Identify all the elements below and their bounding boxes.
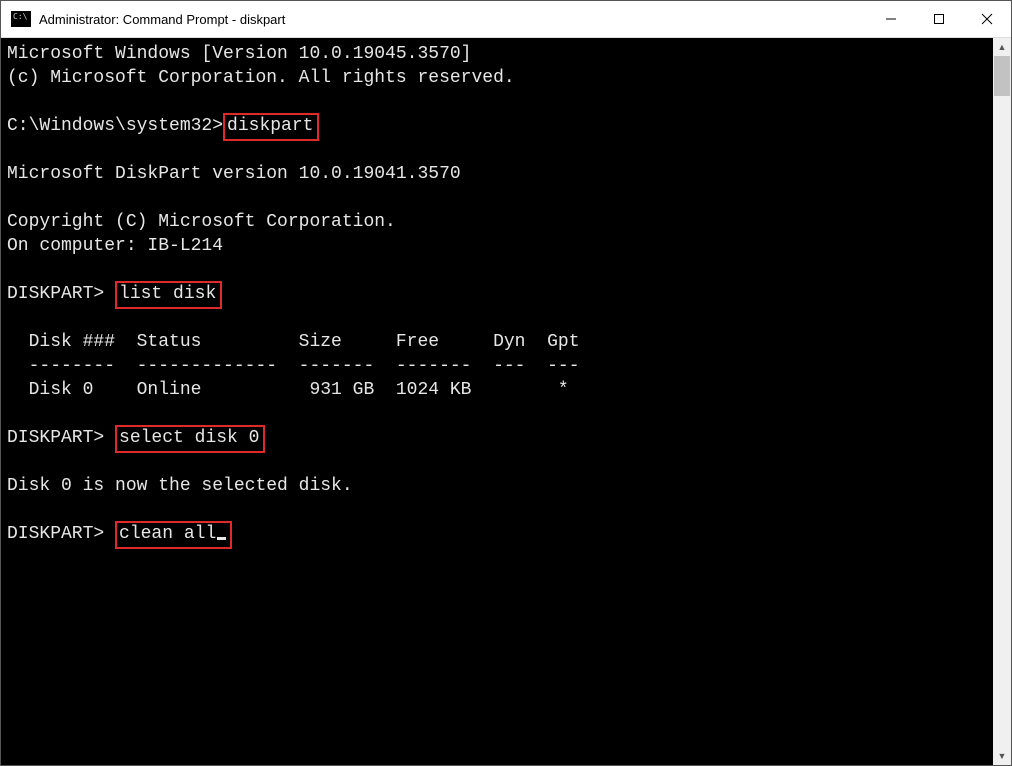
cmd-diskpart: diskpart [227, 116, 313, 136]
text-cursor [217, 537, 226, 540]
line-diskpart-computer: On computer: IB-L214 [7, 236, 223, 256]
line-disk-selected: Disk 0 is now the selected disk. [7, 476, 353, 496]
prompt-diskpart-1: DISKPART> [7, 284, 115, 304]
close-icon [981, 13, 993, 25]
command-prompt-window: Administrator: Command Prompt - diskpart… [0, 0, 1012, 766]
highlight-cmd-list-disk: list disk [115, 281, 222, 309]
minimize-button[interactable] [867, 1, 915, 37]
prompt-diskpart-2: DISKPART> [7, 428, 115, 448]
highlight-cmd-diskpart: diskpart [223, 113, 319, 141]
terminal-area: Microsoft Windows [Version 10.0.19045.35… [1, 38, 1011, 765]
terminal-output[interactable]: Microsoft Windows [Version 10.0.19045.35… [1, 38, 993, 765]
disk-table-divider: -------- ------------- ------- ------- -… [7, 356, 580, 376]
disk-table-row-0: Disk 0 Online 931 GB 1024 KB * [7, 380, 569, 400]
cmd-list-disk: list disk [119, 284, 216, 304]
prompt-diskpart-3: DISKPART> [7, 524, 115, 544]
line-copyright: (c) Microsoft Corporation. All rights re… [7, 68, 515, 88]
scroll-down-arrow-icon[interactable]: ▼ [993, 747, 1011, 765]
close-button[interactable] [963, 1, 1011, 37]
highlight-cmd-select-disk: select disk 0 [115, 425, 265, 453]
scroll-thumb[interactable] [994, 56, 1010, 96]
cmd-select-disk: select disk 0 [119, 428, 259, 448]
prompt-system32: C:\Windows\system32> [7, 116, 223, 136]
cmd-icon [11, 11, 31, 27]
minimize-icon [885, 13, 897, 25]
window-controls [867, 1, 1011, 37]
line-diskpart-copyright: Copyright (C) Microsoft Corporation. [7, 212, 396, 232]
line-version: Microsoft Windows [Version 10.0.19045.35… [7, 44, 471, 64]
maximize-icon [933, 13, 945, 25]
window-title: Administrator: Command Prompt - diskpart [39, 12, 867, 27]
line-diskpart-version: Microsoft DiskPart version 10.0.19041.35… [7, 164, 461, 184]
disk-table-header: Disk ### Status Size Free Dyn Gpt [7, 332, 580, 352]
maximize-button[interactable] [915, 1, 963, 37]
cmd-clean-all: clean all [119, 524, 216, 544]
titlebar[interactable]: Administrator: Command Prompt - diskpart [1, 1, 1011, 38]
vertical-scrollbar[interactable]: ▲ ▼ [993, 38, 1011, 765]
scroll-up-arrow-icon[interactable]: ▲ [993, 38, 1011, 56]
highlight-cmd-clean-all: clean all [115, 521, 232, 549]
